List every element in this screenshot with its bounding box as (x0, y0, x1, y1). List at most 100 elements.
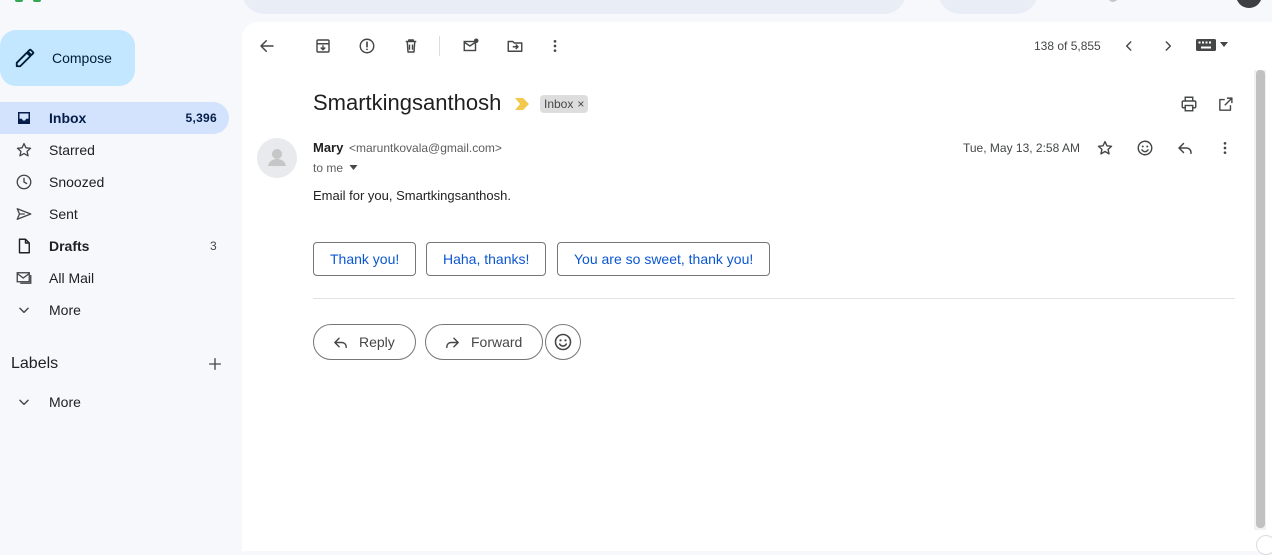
top-bar (0, 0, 1272, 16)
logo-fragment (15, 0, 23, 2)
input-tools-button[interactable] (1196, 38, 1228, 52)
scrollbar-thumb[interactable] (1256, 70, 1265, 528)
label-chip-text: Inbox (544, 97, 574, 111)
clock-icon (14, 172, 34, 192)
mark-unread-icon (462, 37, 480, 55)
all-mail-icon (14, 268, 34, 288)
folder-move-icon (506, 37, 524, 55)
sender-avatar[interactable] (257, 138, 297, 178)
caret-down-icon (1220, 42, 1228, 48)
email-date: Tue, May 13, 2:58 AM (963, 141, 1080, 155)
importance-marker-icon[interactable] (515, 98, 529, 110)
pencil-icon (14, 47, 36, 69)
add-label-icon[interactable] (207, 356, 223, 372)
star-button[interactable] (1089, 132, 1121, 164)
caret-down-icon (349, 165, 358, 171)
sidebar-item-label: Drafts (49, 238, 90, 254)
chevron-down-icon (14, 392, 34, 412)
reply-icon-button[interactable] (1169, 132, 1201, 164)
message-view: 138 of 5,855 Smartkingsanthosh Inbox × M… (242, 22, 1272, 551)
sidebar-item-label: Starred (49, 142, 95, 158)
smart-reply-button[interactable]: Thank you! (313, 242, 417, 276)
more-vert-icon (547, 38, 563, 54)
new-window-button[interactable] (1209, 88, 1241, 120)
labels-header: Labels (11, 350, 223, 378)
smart-reply-button[interactable]: Haha, thanks! (426, 242, 547, 276)
labels-title: Labels (11, 355, 59, 372)
move-to-button[interactable] (499, 30, 531, 62)
label-chip-inbox: Inbox × (540, 95, 589, 113)
send-icon (14, 204, 34, 224)
remove-label-button[interactable]: × (577, 97, 584, 111)
forward-icon (444, 334, 461, 351)
sidebar-item-more[interactable]: More (0, 294, 229, 326)
labels-section: More (0, 386, 229, 418)
message-more-button[interactable] (1209, 132, 1241, 164)
mark-unread-button[interactable] (455, 30, 487, 62)
search-bar[interactable] (242, 0, 906, 14)
sidebar-item-label: All Mail (49, 270, 95, 286)
reply-button[interactable]: Reply (313, 324, 416, 360)
print-icon (1180, 95, 1198, 113)
sidebar-item-label: Sent (49, 206, 78, 222)
sidebar-item-inbox[interactable]: Inbox 5,396 (0, 102, 229, 134)
email-subject: Smartkingsanthosh (313, 90, 502, 115)
more-vert-icon (1217, 140, 1233, 156)
recipient-text: to me (313, 161, 344, 175)
account-avatar[interactable] (1236, 0, 1262, 8)
sidebar-item-starred[interactable]: Starred (0, 134, 229, 166)
sidebar-nav: Inbox 5,396 Starred Snoozed Sent Drafts … (0, 102, 229, 326)
unread-count: 5,396 (185, 111, 217, 125)
chevron-left-icon (1122, 39, 1136, 53)
chevron-down-icon (14, 300, 34, 320)
compose-button[interactable]: Compose (0, 30, 135, 86)
sidebar-item-snoozed[interactable]: Snoozed (0, 166, 229, 198)
sender-line: Mary <maruntkovala@gmail.com> (313, 140, 502, 155)
report-icon (358, 37, 376, 55)
trash-icon (402, 37, 420, 55)
recipient-details[interactable]: to me (313, 161, 358, 175)
status-pill[interactable] (938, 0, 1038, 14)
labels-more-item[interactable]: More (0, 386, 229, 418)
arrow-left-icon (258, 37, 276, 55)
keyboard-icon (1196, 38, 1216, 52)
archive-button[interactable] (307, 30, 339, 62)
sidebar-item-label: More (49, 302, 81, 318)
draft-icon (14, 236, 34, 256)
labels-more-label: More (49, 394, 81, 410)
add-reaction-button[interactable] (1129, 132, 1161, 164)
emoji-reaction-button[interactable] (545, 324, 581, 360)
sidebar-item-label: Snoozed (49, 174, 105, 190)
email-body: Email for you, Smartkingsanthosh. (313, 188, 511, 203)
sender-name[interactable]: Mary (313, 140, 343, 155)
pagination-text: 138 of 5,855 (1034, 39, 1101, 53)
open-in-new-icon (1217, 96, 1234, 113)
forward-button[interactable]: Forward (425, 324, 544, 360)
smart-reply-button[interactable]: You are so sweet, thank you! (557, 242, 771, 276)
emoji-icon (1136, 139, 1154, 157)
back-button[interactable] (251, 30, 283, 62)
reply-icon (1176, 139, 1194, 157)
sidebar-item-all-mail[interactable]: All Mail (0, 262, 229, 294)
print-all-button[interactable] (1173, 88, 1205, 120)
toolbar-divider (439, 36, 440, 56)
logo-fragment (33, 0, 41, 2)
older-button[interactable] (1152, 30, 1184, 62)
draft-count: 3 (210, 239, 217, 253)
sender-email: <maruntkovala@gmail.com> (348, 141, 502, 155)
emoji-icon (553, 332, 573, 352)
settings-icon[interactable] (1108, 0, 1118, 2)
side-panel-toggle[interactable] (1256, 535, 1272, 555)
reply-icon (332, 334, 349, 351)
reply-label: Reply (359, 334, 395, 350)
more-options-button[interactable] (539, 30, 571, 62)
sidebar-item-label: Inbox (49, 110, 87, 126)
newer-button[interactable] (1113, 30, 1145, 62)
report-spam-button[interactable] (351, 30, 383, 62)
compose-label: Compose (52, 50, 112, 66)
chevron-right-icon (1161, 39, 1175, 53)
sidebar-item-sent[interactable]: Sent (0, 198, 229, 230)
inbox-icon (14, 108, 34, 128)
delete-button[interactable] (395, 30, 427, 62)
sidebar-item-drafts[interactable]: Drafts 3 (0, 230, 229, 262)
